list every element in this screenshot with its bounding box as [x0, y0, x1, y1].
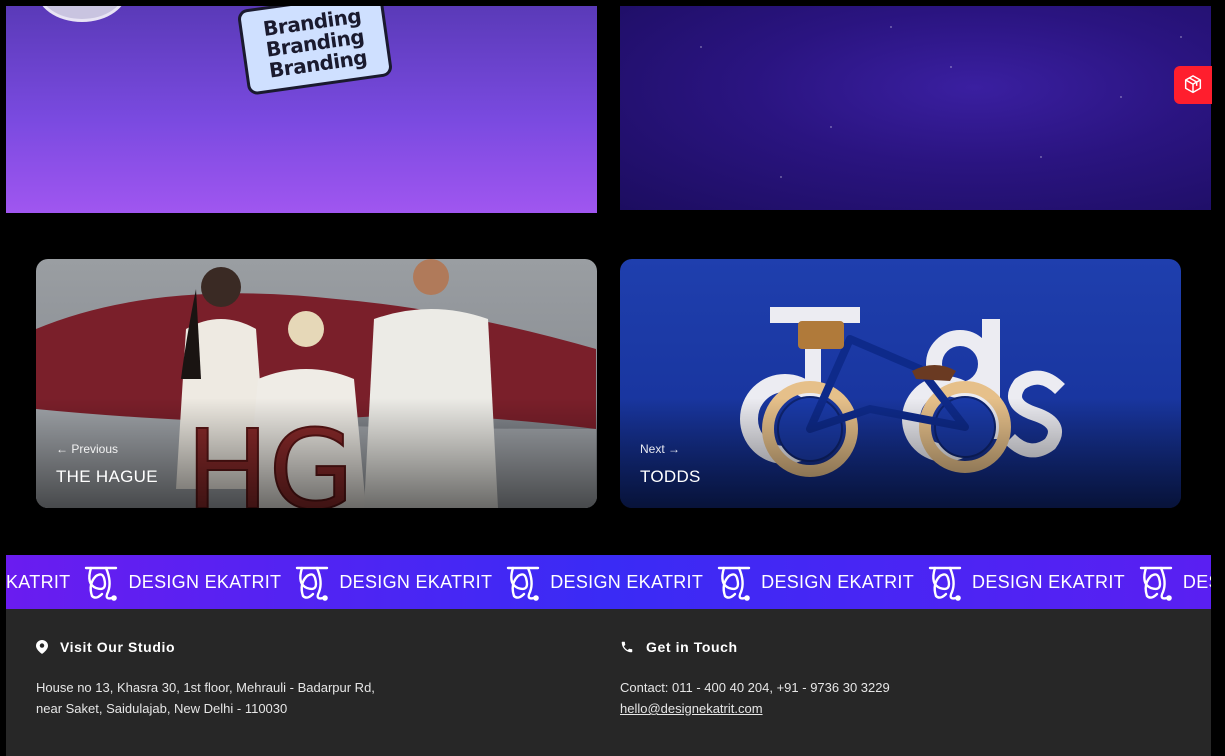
map-pin-icon — [36, 640, 48, 654]
marquee-item: DESIGN EKATRIT — [82, 562, 293, 602]
marquee-item: DESIGN EKATRIT — [504, 562, 715, 602]
card-shade — [620, 398, 1181, 508]
studio-section: Visit Our Studio House no 13, Khasra 30,… — [36, 639, 375, 719]
stamp-badge — [36, 6, 128, 22]
next-project-card[interactable]: Next → TODDS — [620, 259, 1181, 508]
brand-marquee: KATRIT DESIGN EKATRIT DESIGN EKATRIT DES… — [6, 555, 1211, 609]
gallery-image-space — [620, 6, 1211, 210]
previous-project-card[interactable]: HG ← Previous THE HAGUE — [36, 259, 597, 508]
contact-heading-row: Get in Touch — [620, 639, 890, 655]
marquee-item: DES — [1137, 562, 1211, 602]
studio-heading: Visit Our Studio — [60, 639, 176, 655]
page: Branding Branding Branding ← Previous TH… — [0, 0, 1225, 756]
contact-details: Contact: 011 - 400 40 204, +91 - 9736 30… — [620, 677, 890, 719]
ekatrit-logo-icon — [507, 566, 540, 601]
ekatrit-logo-icon — [928, 566, 962, 601]
marquee-text: DESIGN EKATRIT — [550, 571, 704, 592]
contact-section: Get in Touch Contact: 011 - 400 40 204, … — [620, 639, 890, 719]
marquee-track: KATRIT DESIGN EKATRIT DESIGN EKATRIT DES… — [6, 555, 1211, 609]
contact-heading: Get in Touch — [646, 639, 738, 655]
ekatrit-logo-icon — [85, 566, 118, 601]
marquee-item: DESIGN EKATRIT — [293, 562, 504, 602]
previous-label: ← Previous — [56, 442, 119, 456]
contact-phones: Contact: 011 - 400 40 204, +91 - 9736 30… — [620, 680, 890, 695]
phone-icon — [621, 641, 633, 653]
marquee-text: DESIGN EKATRIT — [761, 571, 915, 592]
studio-heading-row: Visit Our Studio — [36, 639, 375, 655]
footer: Visit Our Studio House no 13, Khasra 30,… — [6, 609, 1211, 756]
marquee-item: DESIGN EKATRIT — [715, 562, 926, 602]
address-line: House no 13, Khasra 30, 1st floor, Mehra… — [36, 680, 375, 695]
marquee-item: DESIGN EKATRIT — [926, 562, 1137, 602]
ekatrit-logo-icon — [1139, 566, 1173, 601]
marquee-text: DESIGN EKATRIT — [128, 571, 282, 592]
marquee-text: DES — [1182, 571, 1211, 592]
marquee-text: DESIGN EKATRIT — [972, 571, 1125, 592]
cube-icon — [1184, 75, 1202, 94]
studio-address: House no 13, Khasra 30, 1st floor, Mehra… — [36, 677, 375, 719]
address-line: near Saket, Saidulajab, New Delhi - 1100… — [36, 701, 288, 716]
card-shade — [36, 398, 597, 508]
ekatrit-logo-icon — [296, 566, 329, 601]
previous-project-title: THE HAGUE — [56, 467, 158, 486]
marquee-text: KATRIT — [6, 571, 71, 592]
contact-email-link[interactable]: hello@designekatrit.com — [620, 701, 763, 716]
branding-sticker: Branding Branding Branding — [236, 6, 394, 96]
next-project-title: TODDS — [640, 467, 701, 486]
ekatrit-logo-icon — [717, 566, 751, 601]
next-label: Next → — [640, 442, 681, 456]
floating-3d-button[interactable] — [1174, 66, 1212, 104]
marquee-text: DESIGN EKATRIT — [339, 571, 493, 592]
gallery-image-branding: Branding Branding Branding — [6, 6, 597, 213]
